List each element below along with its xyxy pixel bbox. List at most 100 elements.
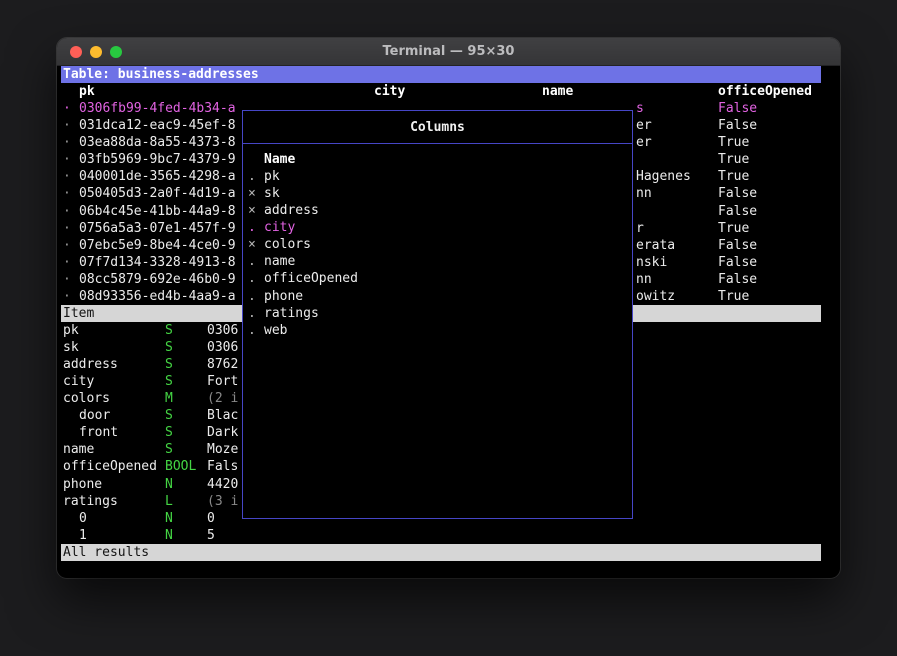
item-attribute-row: 1 N 5 [61,527,821,544]
column-header-officeopened: officeOpened [718,83,812,100]
column-toggle-marker: . [248,305,256,322]
column-header-city: city [374,83,405,100]
window-title: Terminal — 95×30 [383,44,515,59]
row-pk-value: 0756a5a3-07e1-457f-9 [79,220,236,237]
column-option-label: sk [264,185,280,202]
column-option-web[interactable]: . web [243,322,632,339]
window-titlebar[interactable]: Terminal — 95×30 [57,38,840,66]
column-option-label: address [264,202,319,219]
row-name-partial: er [636,117,652,134]
attribute-value: Dark [207,424,238,441]
zoom-button[interactable] [110,46,122,58]
row-name-partial: nn [636,185,652,202]
row-name-partial: er [636,134,652,151]
attribute-value: (2 i [207,390,238,407]
column-option-label: colors [264,236,311,253]
attribute-name: sk [63,339,79,356]
attribute-type: M [165,390,173,407]
row-name-partial: nn [636,271,652,288]
row-name-partial: Hagenes [636,168,691,185]
column-option-label: name [264,253,295,270]
row-marker: · [63,185,71,202]
row-pk-value: 0306fb99-4fed-4b34-a [79,100,236,117]
attribute-name: address [63,356,118,373]
row-marker: · [63,117,71,134]
column-option-officeopened[interactable]: . officeOpened [243,270,632,287]
attribute-type: N [165,527,173,544]
attribute-value: 5 [207,527,215,544]
row-pk-value: 07ebc5e9-8be4-4ce0-9 [79,237,236,254]
column-option-phone[interactable]: . phone [243,288,632,305]
row-marker: · [63,100,71,117]
attribute-type: S [165,407,173,424]
attribute-name: door [79,407,110,424]
item-panel-title: Item [63,305,94,322]
attribute-value: 8762 [207,356,238,373]
row-marker: · [63,237,71,254]
column-option-name[interactable]: . name [243,253,632,270]
table-title: Table: business-addresses [63,66,259,83]
column-option-colors[interactable]: × colors [243,236,632,253]
status-bar: All results [61,544,821,561]
attribute-value: Moze [207,441,238,458]
column-option-label: web [264,322,287,339]
dialog-title: Columns [243,111,632,144]
row-pk-value: 06b4c45e-41bb-44a9-8 [79,203,236,220]
row-officeopened-value: False [718,117,757,134]
attribute-value: 0306 [207,339,238,356]
row-marker: · [63,134,71,151]
attribute-name: city [63,373,94,390]
columns-list-header: Name [243,151,632,168]
row-marker: · [63,254,71,271]
attribute-name: phone [63,476,102,493]
attribute-name: colors [63,390,110,407]
column-toggle-marker: . [248,168,256,185]
traffic-lights [70,46,122,58]
row-name-partial: owitz [636,288,675,305]
columns-name-header: Name [264,151,295,168]
row-officeopened-value: False [718,203,757,220]
attribute-type: N [165,510,173,527]
attribute-type: N [165,476,173,493]
column-option-label: phone [264,288,303,305]
row-officeopened-value: False [718,185,757,202]
row-pk-value: 031dca12-eac9-45ef-8 [79,117,236,134]
row-name-partial: s [636,100,644,117]
attribute-type: S [165,441,173,458]
column-option-city[interactable]: . city [243,219,632,236]
column-toggle-marker: × [248,202,256,219]
column-header-pk: pk [79,83,95,100]
column-option-pk[interactable]: . pk [243,168,632,185]
column-option-address[interactable]: × address [243,202,632,219]
column-option-label: city [264,219,295,236]
row-pk-value: 050405d3-2a0f-4d19-a [79,185,236,202]
row-officeopened-value: True [718,288,749,305]
row-officeopened-value: False [718,254,757,271]
column-option-ratings[interactable]: . ratings [243,305,632,322]
attribute-name: ratings [63,493,118,510]
column-option-sk[interactable]: × sk [243,185,632,202]
attribute-value: 4420 [207,476,238,493]
attribute-value: 0 [207,510,215,527]
close-button[interactable] [70,46,82,58]
attribute-name: officeOpened [63,458,157,475]
attribute-value: Blac [207,407,238,424]
attribute-name: name [63,441,94,458]
empty-row [61,561,821,578]
attribute-type: S [165,322,173,339]
column-toggle-marker: . [248,253,256,270]
columns-dialog: Columns Name . pk × sk × address [242,110,633,519]
table-header-row: pk city name officeOpened [61,83,821,100]
row-pk-value: 08d93356-ed4b-4aa9-a [79,288,236,305]
row-officeopened-value: False [718,271,757,288]
attribute-name: pk [63,322,79,339]
columns-list: Name . pk × sk × address . city [243,144,632,339]
attribute-type: L [165,493,173,510]
column-toggle-marker: . [248,219,256,236]
attribute-type: S [165,424,173,441]
row-pk-value: 040001de-3565-4298-a [79,168,236,185]
attribute-value: Fals [207,458,238,475]
row-pk-value: 03ea88da-8a55-4373-8 [79,134,236,151]
minimize-button[interactable] [90,46,102,58]
attribute-value: 0306 [207,322,238,339]
